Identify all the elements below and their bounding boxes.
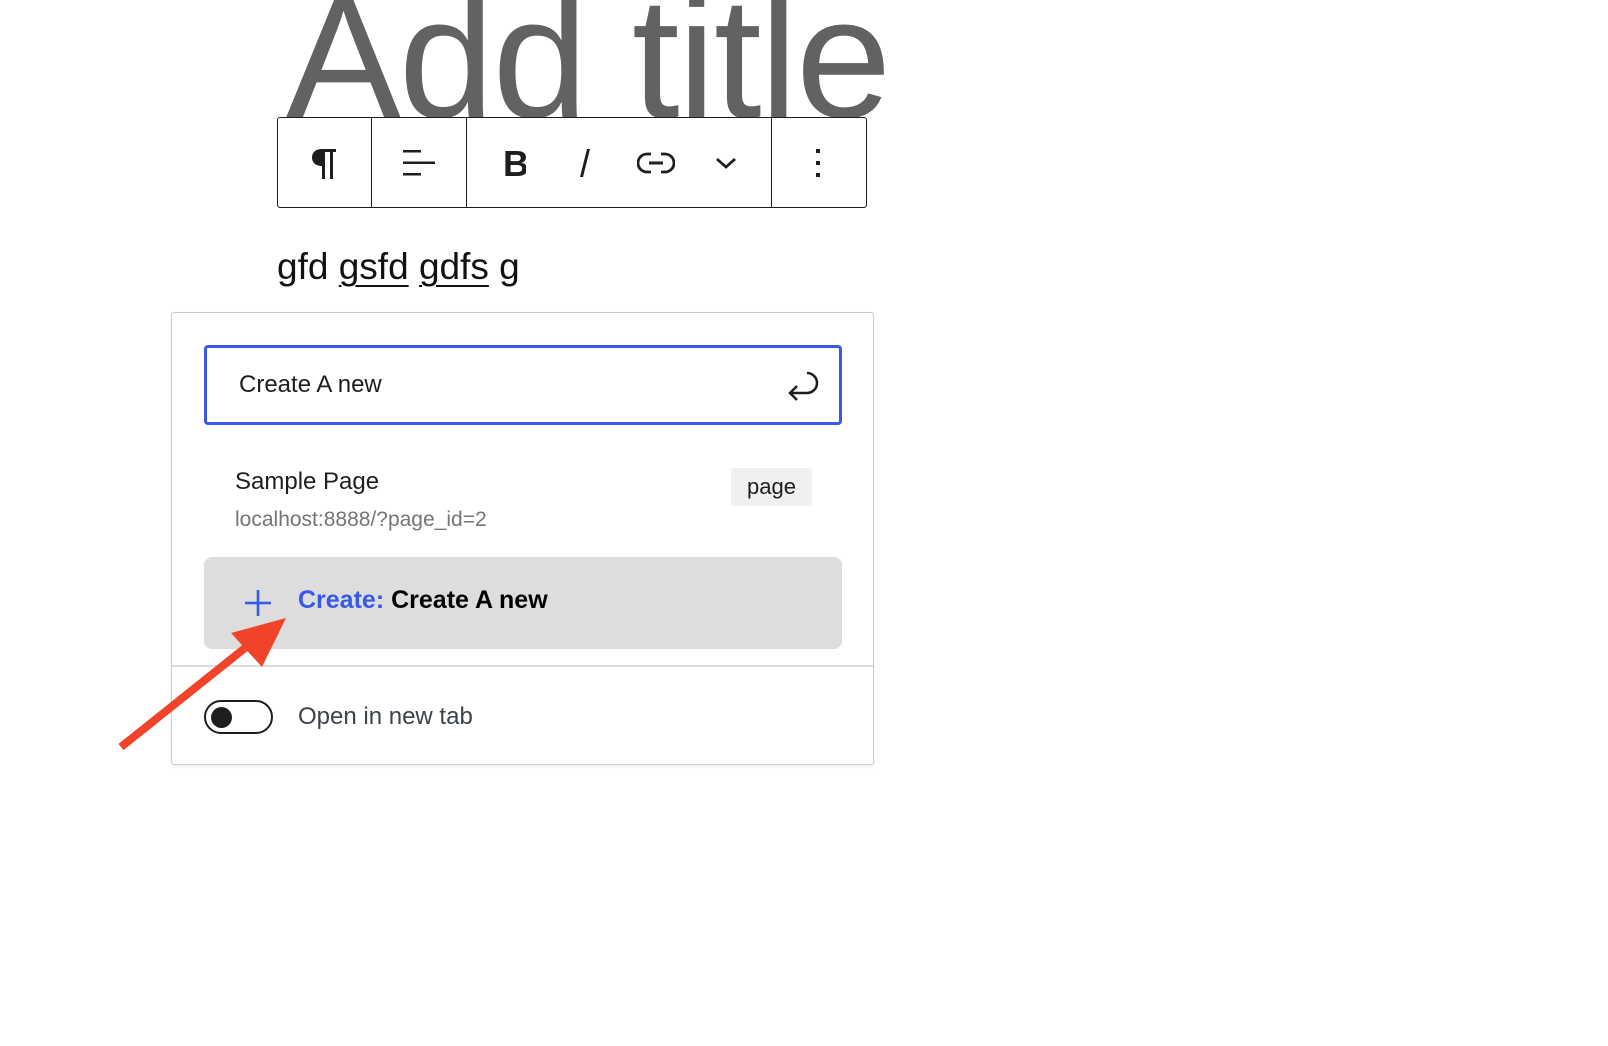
- paragraph-link[interactable]: gsfd: [339, 246, 409, 287]
- settings-divider: [172, 665, 873, 667]
- open-in-new-tab-toggle[interactable]: [204, 700, 273, 734]
- bold-button[interactable]: B: [479, 118, 549, 207]
- paragraph-block[interactable]: gfd gsfd gdfs g: [277, 244, 520, 290]
- more-formats-button[interactable]: [691, 118, 761, 207]
- result-url: localhost:8888/?page_id=2: [235, 508, 487, 531]
- italic-button[interactable]: [549, 118, 621, 207]
- toolbar-group-block-type: [278, 118, 372, 207]
- toolbar-group-format: B: [467, 118, 773, 207]
- link-button[interactable]: [621, 118, 691, 207]
- paragraph-text: [409, 246, 419, 287]
- create-prefix: Create:: [298, 586, 385, 614]
- chevron-down-icon: [716, 157, 737, 169]
- enter-icon: [788, 371, 819, 401]
- toolbar-group-align: [372, 118, 468, 207]
- link-search-input[interactable]: [239, 348, 779, 422]
- align-left-icon: [402, 149, 435, 175]
- link-icon: [637, 152, 676, 173]
- toolbar-group-options: [772, 118, 866, 207]
- create-value: Create A new: [391, 586, 548, 614]
- result-title: Sample Page: [235, 468, 380, 495]
- paragraph-link[interactable]: gdfs: [419, 246, 489, 287]
- plus-icon: [245, 590, 271, 616]
- open-in-new-tab-setting: Open in new tab: [204, 699, 473, 735]
- block-toolbar: B: [277, 117, 867, 208]
- open-in-new-tab-label: Open in new tab: [298, 703, 473, 730]
- more-vertical-icon: [816, 148, 821, 177]
- submit-link-button[interactable]: [785, 366, 825, 406]
- paragraph-text: g: [488, 246, 520, 287]
- link-search-field: [204, 345, 842, 425]
- toggle-knob: [211, 707, 232, 728]
- paragraph-text: gfd: [277, 246, 339, 287]
- create-label: Create: Create A new: [298, 586, 548, 615]
- link-popover: Sample Page localhost:8888/?page_id=2 pa…: [171, 312, 874, 765]
- result-type-badge: page: [731, 468, 812, 506]
- italic-icon: [580, 148, 591, 177]
- options-button[interactable]: [772, 118, 864, 207]
- svg-text:B: B: [503, 147, 526, 179]
- paragraph-icon: [312, 148, 336, 179]
- create-page-button[interactable]: Create: Create A new: [204, 557, 842, 649]
- bold-icon: B: [503, 147, 526, 179]
- search-result-item[interactable]: Sample Page localhost:8888/?page_id=2 pa…: [204, 458, 842, 538]
- paragraph-button[interactable]: [278, 118, 370, 207]
- align-button[interactable]: [372, 118, 466, 207]
